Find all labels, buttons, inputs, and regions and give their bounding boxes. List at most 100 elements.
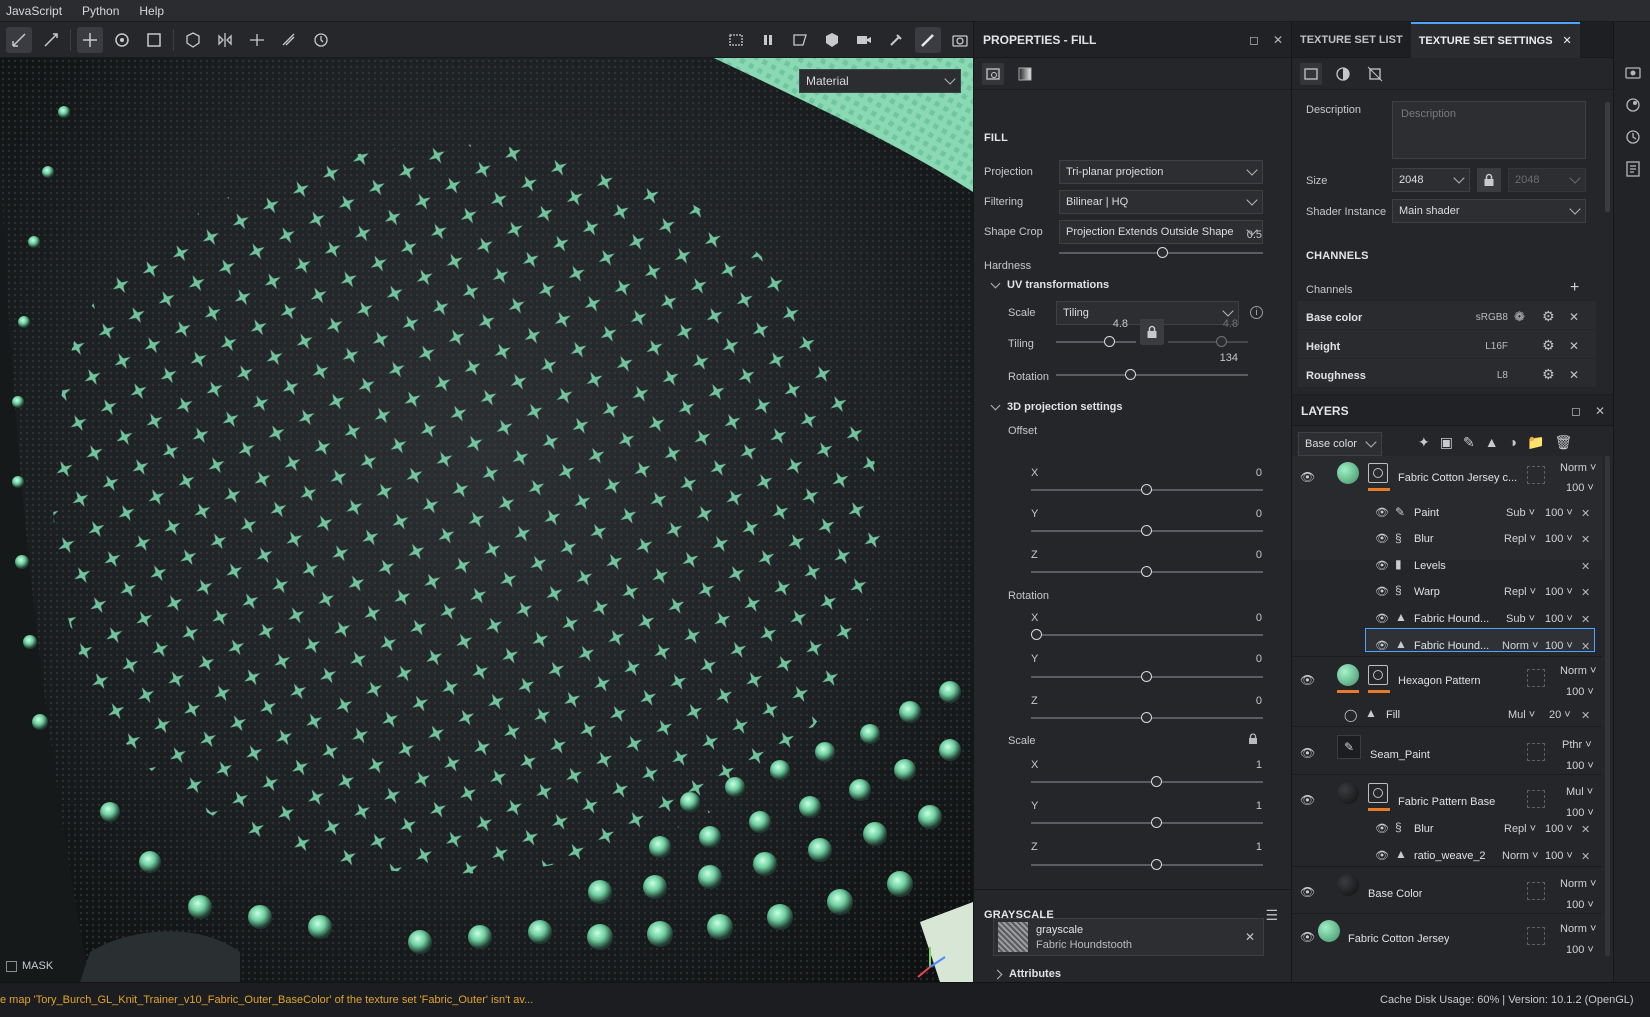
scale-x-slider[interactable] [1031,776,1263,787]
remove-effect-icon[interactable]: ✕ [1581,709,1590,722]
layer-blend-mode[interactable]: Mul ˅ [1566,786,1593,798]
remove-effect-icon[interactable]: ✕ [1581,560,1590,573]
effect-blend-mode[interactable]: Sub ˅ [1506,507,1535,519]
brush-settings-icon[interactable] [883,27,909,53]
slider-handle[interactable] [1151,776,1162,787]
viewport-material-dropdown[interactable]: Material [799,69,961,93]
move-icon[interactable] [77,26,103,53]
remove-channel-icon[interactable]: ✕ [1569,368,1579,382]
hardness-slider[interactable] [1059,247,1263,258]
effect-opacity[interactable]: 100 ˅ [1545,533,1573,545]
remove-resource-icon[interactable]: ✕ [1245,930,1255,944]
effect-opacity[interactable]: 100 ˅ [1545,507,1573,519]
add-smart-material-icon[interactable]: ◑ [1509,434,1517,451]
close-icon[interactable]: ✕ [1563,34,1572,47]
remove-effect-icon[interactable]: ✕ [1581,613,1590,626]
remove-channel-icon[interactable]: ✕ [1569,339,1579,353]
view-2d-icon[interactable] [787,27,813,53]
screenshot-icon[interactable] [947,27,973,53]
effect-name[interactable]: Paint [1414,507,1439,519]
menu-javascript[interactable]: JavaScript [6,4,62,18]
layer-blend-mode[interactable]: Norm ˅ [1560,462,1596,474]
uv-rotation-slider[interactable] [1056,369,1248,380]
effect-name[interactable]: Fill [1386,709,1400,721]
remove-channel-icon[interactable]: ✕ [1569,310,1579,324]
scrollbar[interactable] [1605,456,1610,956]
gradient-tab-icon[interactable] [1014,63,1036,85]
slider-handle[interactable] [1141,671,1152,682]
filtering-dropdown[interactable]: Bilinear | HQ [1059,190,1263,214]
mask-thumbnail[interactable] [1368,783,1388,803]
add-paint-layer-icon[interactable]: ✎ [1463,434,1475,451]
paint-brush-icon[interactable] [915,26,941,53]
collapse-arrow-icon[interactable] [990,278,1001,288]
history-icon[interactable] [1624,128,1642,146]
rotation-z-slider[interactable] [1031,712,1263,723]
rotate-icon[interactable] [109,27,135,53]
size-dropdown[interactable]: 2048 [1392,168,1470,192]
add-mask-icon[interactable]: ▣ [1440,434,1453,451]
grayscale-resource-slot[interactable]: grayscale Fabric Houndstooth ✕ [993,918,1264,956]
scale-z-slider[interactable] [1031,859,1263,870]
undock-icon[interactable]: ◻ [1571,404,1581,418]
mask-checkbox[interactable] [6,960,17,972]
align-icon[interactable] [244,27,270,53]
layer-name[interactable]: Base Color [1368,888,1422,900]
projection-dropdown[interactable]: Tri-planar projection [1059,160,1263,184]
slider-handle[interactable] [1141,566,1152,577]
visibility-eye-icon[interactable]: 👁 [1300,930,1315,944]
layer-blend-mode[interactable]: Norm ˅ [1560,665,1596,677]
effect-opacity[interactable]: 100 ˅ [1545,823,1573,835]
visibility-eye-icon[interactable]: 👁 [1300,470,1315,484]
effect-name[interactable]: Levels [1414,560,1446,572]
effect-blend-mode[interactable]: Repl ˅ [1504,823,1536,835]
add-channel-icon[interactable]: + [1570,279,1579,297]
bake-tab-icon[interactable] [1332,63,1354,85]
3d-projection-title[interactable]: 3D projection settings [1007,401,1123,413]
gear-icon[interactable]: ⚙ [1542,308,1555,325]
rotation-x-slider[interactable] [1031,629,1263,640]
tab-texture-set-list[interactable]: TEXTURE SET LIST [1292,22,1411,58]
shader-instance-dropdown[interactable]: Main shader [1392,199,1586,223]
effect-blend-mode[interactable]: Sub ˅ [1506,613,1535,625]
delete-layer-icon[interactable]: 🗑 [1554,434,1572,451]
add-effect-icon[interactable]: ✦ [1418,434,1430,451]
remove-effect-icon[interactable]: ✕ [1581,850,1590,863]
reset-icon[interactable] [308,27,334,53]
visibility-eye-icon[interactable]: 👁 [1375,585,1389,598]
remove-effect-icon[interactable]: ✕ [1581,586,1590,599]
layer-opacity[interactable]: 100 ˅ [1566,944,1594,956]
visibility-eye-icon[interactable]: 👁 [1375,849,1389,862]
collapse-arrow-icon[interactable] [990,400,1001,410]
effect-blend-mode[interactable]: Repl ˅ [1504,586,1536,598]
visibility-eye-icon[interactable]: 👁 [1375,506,1389,519]
size-lock-button[interactable] [1477,168,1501,192]
select-transform-icon[interactable] [6,26,32,53]
layer-name[interactable]: Fabric Pattern Base [1398,796,1495,808]
add-folder-icon[interactable]: 📁 [1527,434,1544,451]
scale-lock-icon[interactable] [1248,733,1258,748]
camera-icon[interactable] [851,27,877,53]
visibility-eye-icon[interactable]: 👁 [1375,612,1389,625]
remove-effect-icon[interactable]: ✕ [1581,640,1590,653]
effect-opacity[interactable]: 100 ˅ [1545,850,1573,862]
slider-handle[interactable] [1125,369,1136,380]
slider-handle[interactable] [1141,712,1152,723]
snap-icon[interactable] [276,27,302,53]
uv-tab-icon[interactable] [1364,63,1386,85]
mirror-icon[interactable] [212,27,238,53]
uv-transform-icon[interactable] [38,27,64,53]
visibility-eye-icon[interactable]: 👁 [1375,822,1389,835]
gear-icon[interactable]: ⚙ [1542,337,1555,354]
view-3d-icon[interactable] [819,27,845,53]
shader-settings-icon[interactable] [1624,96,1642,114]
attributes-title[interactable]: Attributes [1009,968,1061,980]
display-settings-icon[interactable] [1624,64,1642,82]
visibility-eye-icon[interactable]: 👁 [1300,673,1315,687]
status-warning-message[interactable]: e map 'Tory_Burch_GL_Knit_Trainer_v10_Fa… [0,994,533,1006]
layer-name[interactable]: Seam_Paint [1370,749,1430,761]
tiling-u-slider[interactable] [1056,336,1136,347]
layer-opacity[interactable]: 100 ˅ [1566,482,1594,494]
color-profile-icon[interactable]: ❁ [1514,309,1525,325]
log-icon[interactable] [1624,160,1642,178]
